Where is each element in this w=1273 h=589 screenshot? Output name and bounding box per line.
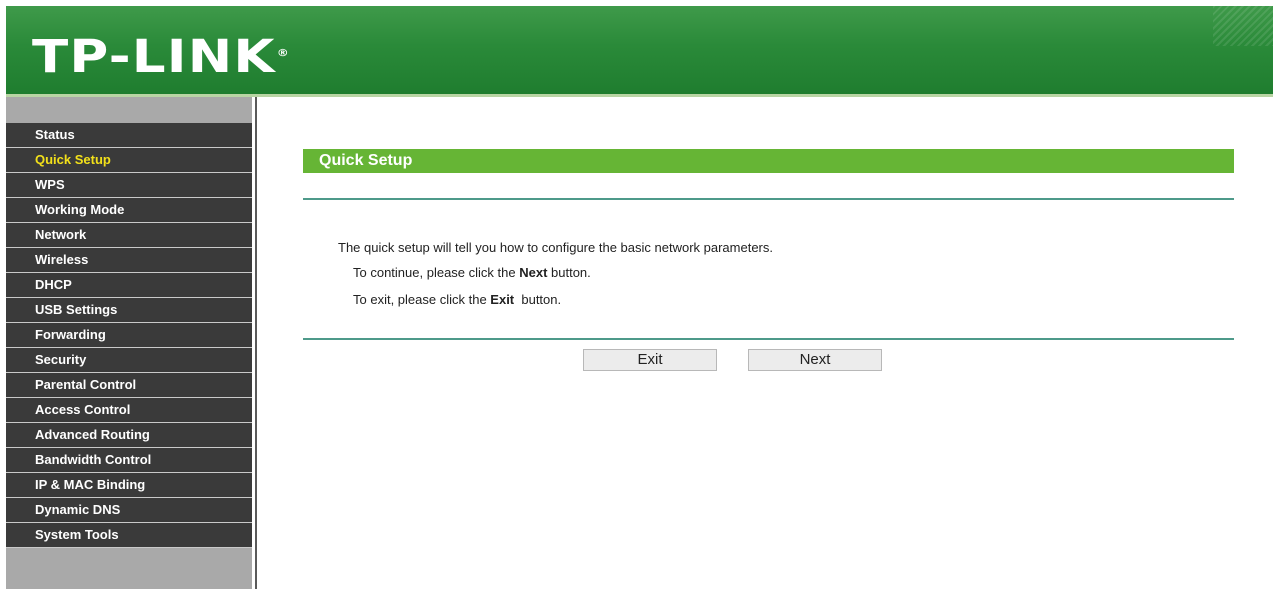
sidebar-item-network[interactable]: Network [6,223,252,248]
sidebar-item-system-tools[interactable]: System Tools [6,523,252,548]
exit-button[interactable]: Exit [583,349,717,371]
sidebar-item-security[interactable]: Security [6,348,252,373]
sidebar-item-advanced-routing[interactable]: Advanced Routing [6,423,252,448]
sidebar-item-status[interactable]: Status [6,123,252,148]
sidebar-item-dhcp[interactable]: DHCP [6,273,252,298]
sidebar-item-ip-mac-binding[interactable]: IP & MAC Binding [6,473,252,498]
sidebar-item-usb-settings[interactable]: USB Settings [6,298,252,323]
sidebar-menu: Status Quick Setup WPS Working Mode Netw… [6,123,252,548]
exit-keyword: Exit [490,292,515,307]
sidebar-item-working-mode[interactable]: Working Mode [6,198,252,223]
header-decoration [1213,6,1273,46]
tp-link-logo: TP-LINK® [32,30,290,83]
sidebar-item-dynamic-dns[interactable]: Dynamic DNS [6,498,252,523]
sidebar-item-access-control[interactable]: Access Control [6,398,252,423]
top-divider [303,198,1234,200]
registered-mark: ® [276,48,290,59]
sidebar-item-quick-setup[interactable]: Quick Setup [6,148,252,173]
intro-text: The quick setup will tell you how to con… [338,240,773,255]
exit-instruction: To exit, please click the Exit button. [353,292,561,307]
sidebar-item-parental-control[interactable]: Parental Control [6,373,252,398]
sidebar-item-forwarding[interactable]: Forwarding [6,323,252,348]
main-content: Quick Setup The quick setup will tell yo… [257,97,1273,589]
exit-prefix: To exit, please click the [353,292,491,307]
next-button[interactable]: Next [748,349,882,371]
continue-prefix: To continue, please click the [353,265,520,280]
continue-keyword: Next [519,265,548,280]
sidebar-item-wireless[interactable]: Wireless [6,248,252,273]
continue-instruction: To continue, please click the Next butto… [353,265,591,280]
header-banner: TP-LINK® [6,6,1273,94]
sidebar-item-bandwidth-control[interactable]: Bandwidth Control [6,448,252,473]
bottom-divider [303,338,1234,340]
logo-text: TP-LINK [32,30,276,83]
page-title: Quick Setup [303,149,1234,173]
exit-suffix: button. [514,292,562,307]
sidebar-item-wps[interactable]: WPS [6,173,252,198]
continue-suffix: button. [547,265,591,280]
